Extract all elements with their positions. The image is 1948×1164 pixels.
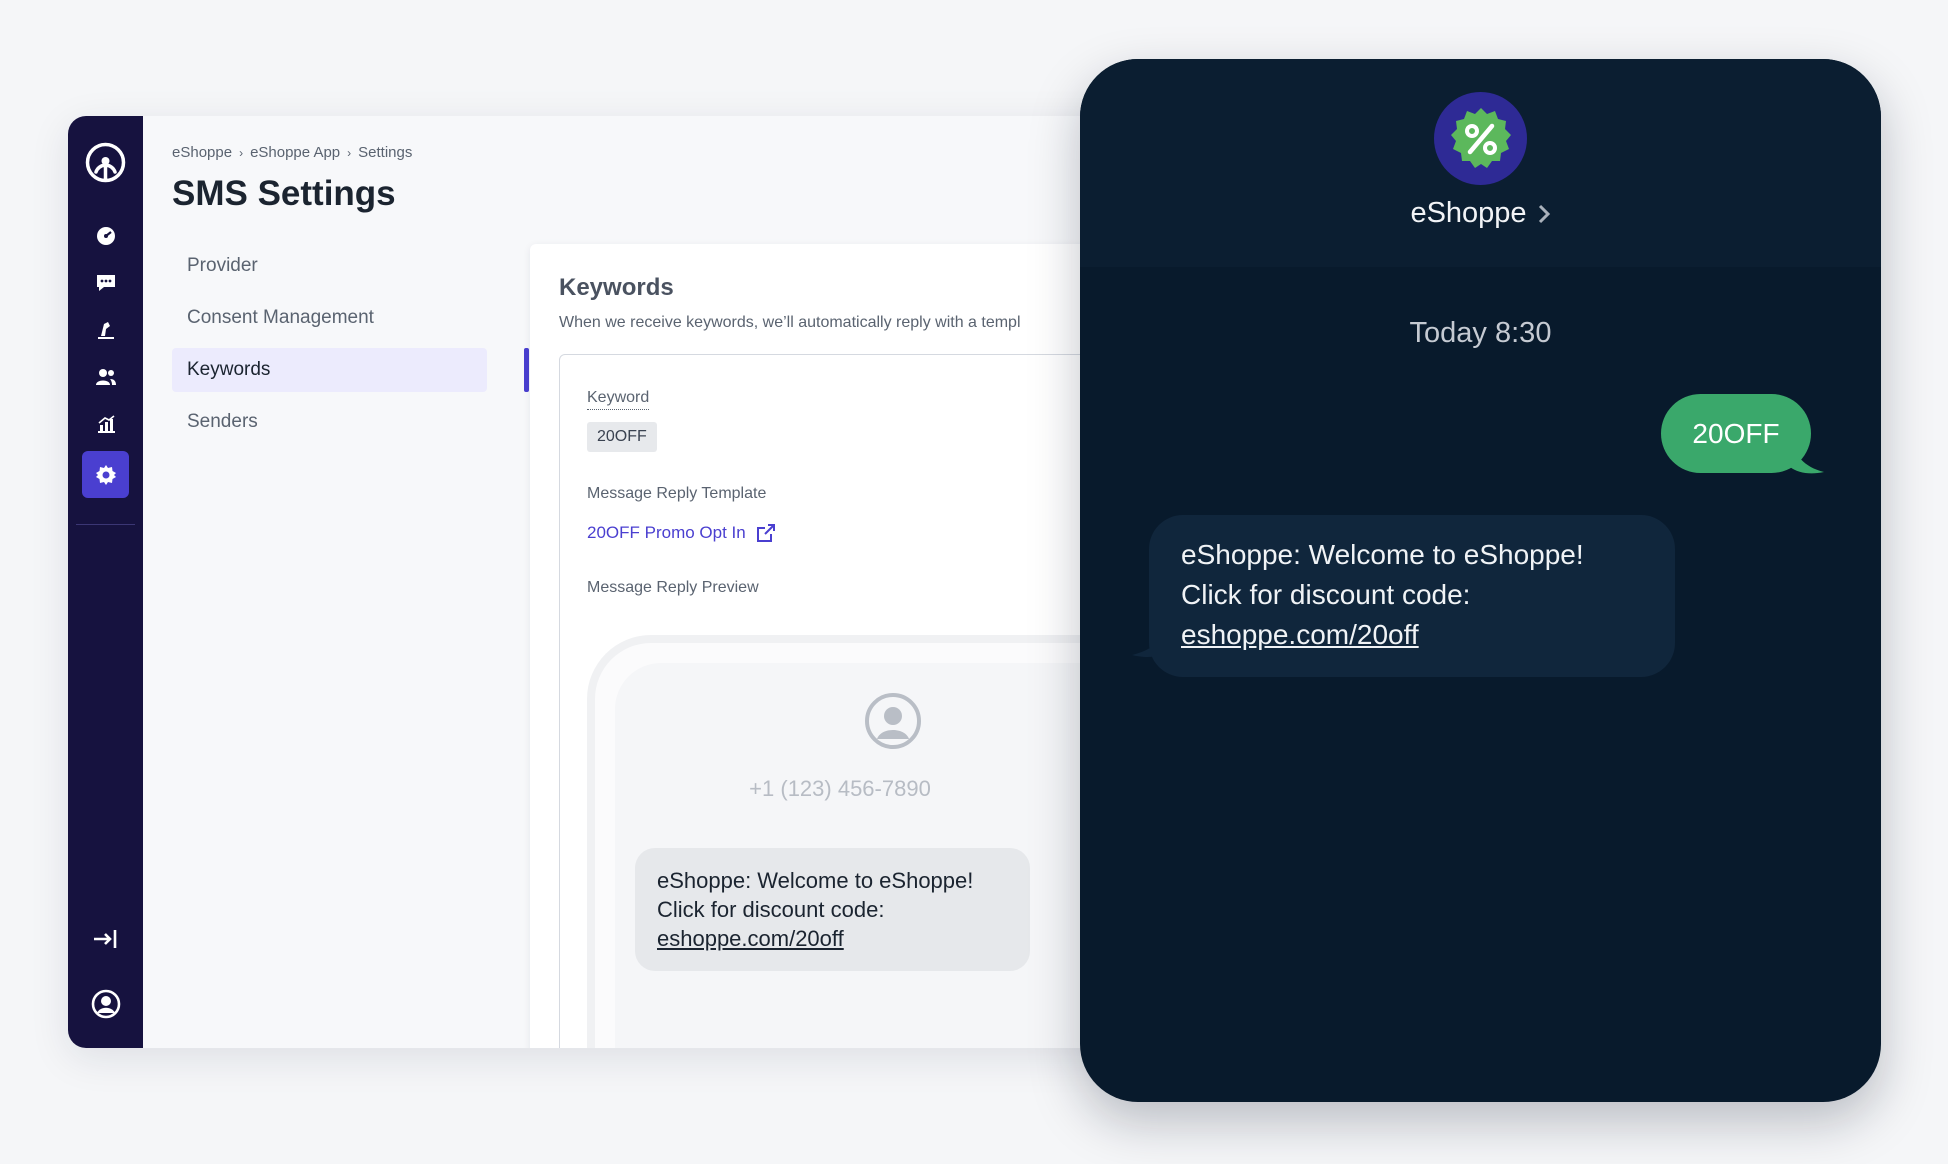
chevron-right-icon xyxy=(1538,204,1550,223)
settings-subnav: Provider Consent Management Keywords Sen… xyxy=(172,244,529,452)
subnav-item-consent-management[interactable]: Consent Management xyxy=(172,296,487,340)
collapse-icon[interactable] xyxy=(82,915,129,962)
subnav-item-keywords[interactable]: Keywords xyxy=(172,348,487,392)
discount-badge-icon xyxy=(1450,107,1511,168)
subnav-item-provider[interactable]: Provider xyxy=(172,244,487,288)
received-message-line: Click for discount code: xyxy=(1181,579,1471,610)
preview-message-link[interactable]: eshoppe.com/20off xyxy=(657,924,1008,953)
external-link-icon[interactable] xyxy=(756,523,776,543)
panel-description: When we receive keywords, we’ll automati… xyxy=(559,314,1021,331)
timestamp-time: 8:30 xyxy=(1495,317,1552,349)
brand-name-text[interactable]: eShoppe xyxy=(1410,197,1526,230)
phone-mockup: eShoppe Today 8:30 20OFF eShoppe: Welcom… xyxy=(1080,59,1881,1102)
template-label: Message Reply Template xyxy=(587,485,767,502)
main-content: eShoppe › eShoppe App › Settings SMS Set… xyxy=(143,116,1188,1048)
rail-divider xyxy=(76,524,135,525)
people-icon[interactable] xyxy=(82,353,129,400)
account-icon[interactable] xyxy=(82,980,129,1027)
contact-avatar-icon xyxy=(865,693,921,749)
breadcrumb-item[interactable]: eShoppe xyxy=(172,144,232,161)
panel-title: Keywords xyxy=(559,274,674,301)
chat-icon[interactable] xyxy=(82,259,129,306)
message-timestamp: Today 8:30 xyxy=(1080,317,1881,350)
sent-bubble-tail xyxy=(1790,437,1824,474)
template-link-text[interactable]: 20OFF Promo Opt In xyxy=(587,523,746,543)
keyword-chip: 20OFF xyxy=(587,422,657,452)
contact-phone-number: +1 (123) 456-7890 xyxy=(749,776,931,801)
breadcrumb-separator: › xyxy=(239,145,244,160)
breadcrumb-item[interactable]: eShoppe App xyxy=(250,144,340,161)
template-link[interactable]: 20OFF Promo Opt In xyxy=(587,523,776,543)
received-message-link[interactable]: eshoppe.com/20off xyxy=(1181,615,1643,655)
preview-label: Message Reply Preview xyxy=(587,579,759,596)
page-title: SMS Settings xyxy=(172,174,396,213)
preview-message-bubble: eShoppe: Welcome to eShoppe! Click for d… xyxy=(635,848,1030,971)
brand-avatar[interactable] xyxy=(1434,92,1527,185)
sidebar-rail xyxy=(68,116,143,1048)
settings-icon[interactable] xyxy=(82,451,129,498)
sent-message-bubble: 20OFF xyxy=(1661,394,1811,473)
active-indicator xyxy=(524,348,529,392)
dashboard-icon[interactable] xyxy=(82,212,129,259)
app-window: eShoppe › eShoppe App › Settings SMS Set… xyxy=(68,116,1188,1048)
campaign-icon[interactable] xyxy=(82,306,129,353)
brand-name[interactable]: eShoppe xyxy=(1080,197,1881,230)
breadcrumb: eShoppe › eShoppe App › Settings xyxy=(172,144,412,161)
keyword-label: Keyword xyxy=(587,389,650,410)
timestamp-day: Today xyxy=(1409,317,1487,349)
breadcrumb-separator: › xyxy=(347,145,352,160)
received-message-bubble: eShoppe: Welcome to eShoppe! Click for d… xyxy=(1149,515,1675,677)
subnav-item-senders[interactable]: Senders xyxy=(172,400,487,444)
breadcrumb-item[interactable]: Settings xyxy=(358,144,412,161)
logo-icon[interactable] xyxy=(85,142,126,183)
conversation-header: eShoppe xyxy=(1080,59,1881,267)
received-message-line: eShoppe: Welcome to eShoppe! xyxy=(1181,539,1584,570)
preview-message-line: eShoppe: Welcome to eShoppe! xyxy=(657,868,974,893)
preview-message-line: Click for discount code: xyxy=(657,897,885,922)
analytics-icon[interactable] xyxy=(82,400,129,447)
